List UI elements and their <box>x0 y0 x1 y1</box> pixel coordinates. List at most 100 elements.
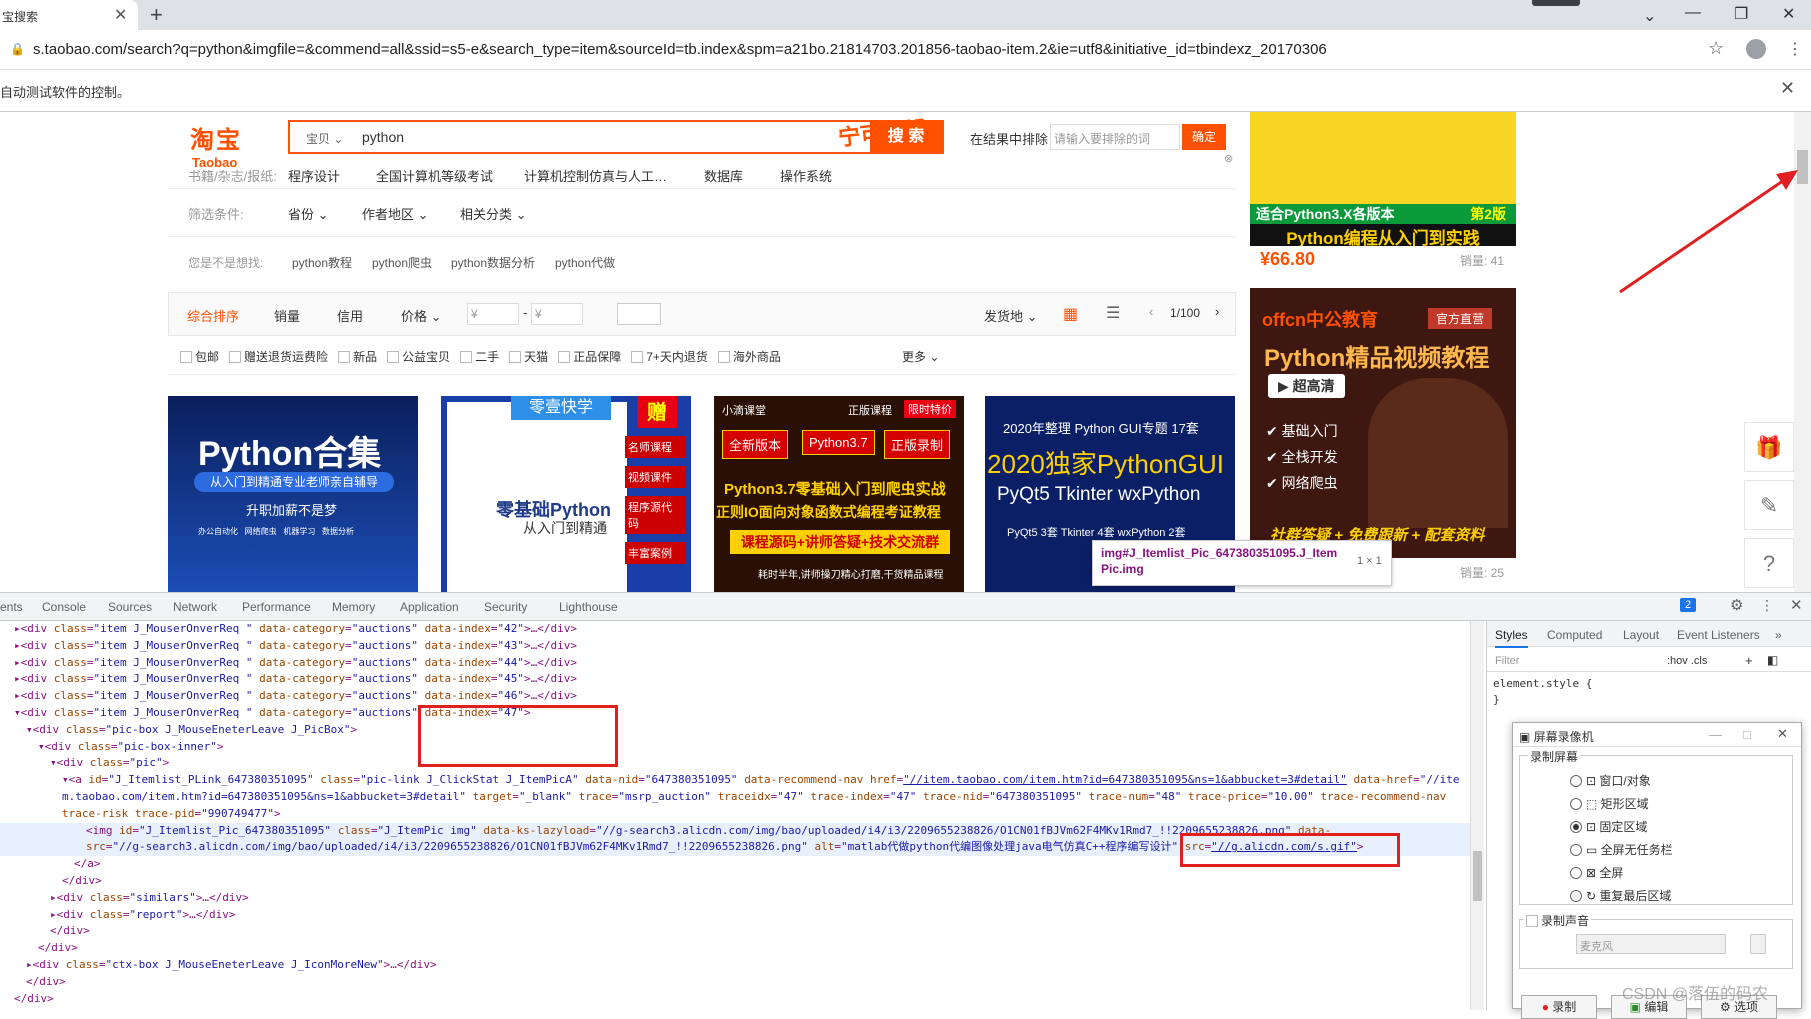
option-fullscreen-no-taskbar[interactable]: ▭ 全屏无任务栏 <box>1570 839 1673 862</box>
toggle-sidebar-icon[interactable]: ◧ <box>1767 653 1778 667</box>
recorder-maximize-icon[interactable]: □ <box>1743 727 1751 742</box>
prev-page-icon[interactable]: ‹ <box>1149 304 1153 319</box>
close-tab-icon[interactable]: ✕ <box>114 5 127 25</box>
dom-node[interactable]: </div> <box>0 974 1470 991</box>
filter-dropdown-category[interactable]: 相关分类 ⌄ <box>460 204 527 223</box>
mic-select[interactable]: 麦克风 <box>1576 934 1726 954</box>
devtools-tab-memory[interactable]: Memory <box>332 600 375 614</box>
checkbox-second-hand[interactable]: 二手 <box>460 350 499 364</box>
dom-node[interactable]: ▾<div class="pic-box J_MouseEneterLeave … <box>0 722 1470 739</box>
ad-course[interactable]: offcn中公教育 官方直营 Python精品视频教程 ▶ 超高清 ✔ 基础入门… <box>1250 288 1516 558</box>
profile-avatar[interactable] <box>1746 39 1766 59</box>
recorder-minimize-icon[interactable]: — <box>1709 727 1722 742</box>
settings-gear-icon[interactable]: ⚙ <box>1730 596 1743 614</box>
dom-node[interactable]: </div> <box>0 940 1470 957</box>
checkbox-return-insurance[interactable]: 赠送退货运费险 <box>229 350 328 364</box>
list-view-icon[interactable]: ☰ <box>1106 303 1120 323</box>
checkbox-genuine[interactable]: 正品保障 <box>558 350 621 364</box>
more-filters-dropdown[interactable]: 更多 ⌄ <box>902 348 939 365</box>
sort-price[interactable]: 价格 ⌄ <box>401 306 442 325</box>
tab-search-icon[interactable]: ⌄ <box>1643 6 1656 26</box>
devtools-tab-performance[interactable]: Performance <box>242 600 311 614</box>
suggest-link[interactable]: python教程 <box>292 254 352 271</box>
devtools-tab-lighthouse[interactable]: Lighthouse <box>559 600 618 614</box>
close-icon[interactable]: ⊗ <box>1224 152 1233 165</box>
suggest-link[interactable]: python爬虫 <box>372 254 432 271</box>
product-card[interactable]: 小滴课堂 正版课程 限时特价 全新版本 Python3.7 正版录制 Pytho… <box>714 396 964 592</box>
option-fullscreen[interactable]: ⊠ 全屏 <box>1570 862 1673 885</box>
devtools-menu-icon[interactable]: ⋮ <box>1760 597 1774 614</box>
minimize-icon[interactable]: — <box>1685 4 1701 22</box>
filter-item[interactable]: 数据库 <box>704 166 743 185</box>
ship-from-dropdown[interactable]: 发货地 ⌄ <box>984 306 1038 325</box>
dom-node[interactable]: ▸<div class="item J_MouserOnverReq " dat… <box>0 671 1470 688</box>
devtools-tab-network[interactable]: Network <box>173 600 217 614</box>
option-fixed-region[interactable]: ⊡ 固定区域 <box>1570 816 1673 839</box>
product-card[interactable]: Python合集 从入门到精通专业老师亲自辅导 升职加薪不是梦 办公自动化 网络… <box>168 396 418 592</box>
suggest-link[interactable]: python代做 <box>555 254 615 271</box>
exclude-confirm-button[interactable]: 确定 <box>1182 124 1226 150</box>
tab-event-listeners[interactable]: Event Listeners <box>1677 628 1760 642</box>
option-window[interactable]: ⊡ 窗口/对象 <box>1570 770 1673 793</box>
close-window-icon[interactable]: ✕ <box>1782 4 1795 24</box>
dom-scrollbar-thumb[interactable] <box>1473 851 1482 901</box>
search-category-select[interactable]: 宝贝 ⌄ <box>306 130 343 147</box>
close-devtools-icon[interactable]: ✕ <box>1790 596 1803 614</box>
price-range-toggle[interactable] <box>617 303 661 325</box>
price-from-input[interactable]: ¥ <box>467 303 519 325</box>
new-tab-icon[interactable]: + <box>150 2 163 28</box>
mic-settings-button[interactable] <box>1750 934 1766 954</box>
devtools-tab-security[interactable]: Security <box>484 600 527 614</box>
product-card[interactable]: 零壹快学 赠 零基础Python 从入门到精通 名师课程 视频课件 程序源代码 … <box>441 396 691 592</box>
issues-badge[interactable]: 2 <box>1680 598 1697 612</box>
filter-item[interactable]: 操作系统 <box>780 166 832 185</box>
dom-node[interactable]: ▸<div class="report">…</div> <box>0 907 1470 924</box>
dom-node[interactable]: </div> <box>0 923 1470 940</box>
dom-node[interactable]: </div> <box>0 873 1470 890</box>
tab-computed[interactable]: Computed <box>1547 628 1602 642</box>
devtools-tab-elements[interactable]: ents <box>0 600 23 614</box>
maximize-icon[interactable]: ❐ <box>1734 4 1748 24</box>
element-style-rule[interactable]: element.style { <box>1493 677 1592 690</box>
taobao-logo[interactable]: 淘宝 Taobao <box>190 120 242 170</box>
close-infobar-icon[interactable]: ✕ <box>1780 78 1795 99</box>
tab-styles[interactable]: Styles <box>1495 628 1528 648</box>
edit-icon[interactable]: ✎ <box>1744 480 1794 530</box>
sort-default[interactable]: 综合排序 <box>187 306 239 325</box>
recorder-close-icon[interactable]: ✕ <box>1777 726 1788 742</box>
sort-sales[interactable]: 销量 <box>274 306 300 325</box>
lock-icon[interactable]: 🔒 <box>10 42 25 56</box>
devtools-tab-console[interactable]: Console <box>42 600 86 614</box>
sort-credit[interactable]: 信用 <box>337 306 363 325</box>
filter-item[interactable]: 全国计算机等级考试 <box>376 166 493 185</box>
filter-item[interactable]: 程序设计 <box>288 166 340 185</box>
audio-checkbox[interactable]: 录制声音 <box>1524 912 1592 929</box>
checkbox-tmall[interactable]: 天猫 <box>509 350 548 364</box>
more-tabs-icon[interactable]: » <box>1775 628 1782 642</box>
hov-cls-toggle[interactable]: :hov .cls <box>1667 655 1707 667</box>
help-icon[interactable]: ? <box>1744 538 1794 588</box>
dom-node[interactable]: ▸<div class="item J_MouserOnverReq " dat… <box>0 688 1470 705</box>
dom-node[interactable]: ▾<div class="pic-box-inner"> <box>0 739 1470 756</box>
dom-node[interactable]: </div> <box>0 991 1470 1008</box>
dom-node[interactable]: ▸<div class="ctx-box J_MouseEneterLeave … <box>0 957 1470 974</box>
checkbox-charity[interactable]: 公益宝贝 <box>387 350 450 364</box>
gift-icon[interactable]: 🎁 <box>1744 422 1794 472</box>
styles-filter-input[interactable]: Filter <box>1495 655 1519 667</box>
filter-item[interactable]: 计算机控制仿真与人工… <box>524 166 667 185</box>
browser-tab[interactable]: 宝搜索 ✕ <box>0 0 138 30</box>
record-button[interactable]: ● 录制 <box>1521 995 1597 1019</box>
dom-node[interactable]: ▾<div class="pic"> <box>0 755 1470 772</box>
dom-node[interactable]: ▸<div class="similars">…</div> <box>0 890 1470 907</box>
url-input[interactable]: s.taobao.com/search?q=python&imgfile=&co… <box>33 41 1327 58</box>
filter-dropdown-province[interactable]: 省份 ⌄ <box>288 204 329 223</box>
bookmark-star-icon[interactable]: ☆ <box>1708 38 1724 59</box>
dom-node[interactable]: ▸<div class="item J_MouserOnverReq " dat… <box>0 655 1470 672</box>
devtools-tab-application[interactable]: Application <box>400 600 459 614</box>
search-input[interactable]: python <box>362 129 404 145</box>
dom-node[interactable]: ▸<div class="item J_MouserOnverReq " dat… <box>0 621 1470 638</box>
exclude-input[interactable]: 请输入要排除的词 <box>1050 124 1180 150</box>
search-button[interactable]: 搜 索 <box>870 122 942 152</box>
next-page-icon[interactable]: › <box>1215 304 1219 319</box>
option-repeat-last[interactable]: ↻ 重复最后区域 <box>1570 885 1673 908</box>
